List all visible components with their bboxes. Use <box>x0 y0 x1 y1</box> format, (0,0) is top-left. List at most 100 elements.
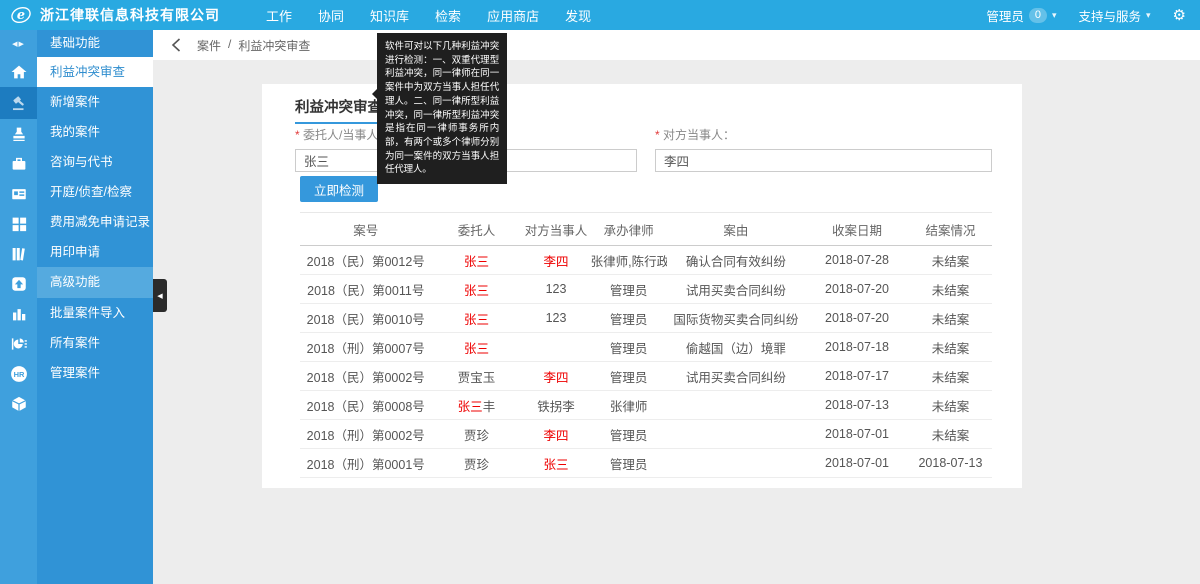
table-row[interactable]: 2018（刑）第0002号贾珍李四管理员2018-07-01未结案 <box>300 420 992 449</box>
support-label: 支持与服务 <box>1079 6 1142 25</box>
opponent-input[interactable] <box>655 149 992 172</box>
conflict-info-tooltip: 软件可对以下几种利益冲突进行检测：一、双重代理型利益冲突，同一律师在同一案件中为… <box>377 33 507 184</box>
table-cell: 偷越国（边）境罪 <box>667 333 805 362</box>
sidebar-item[interactable]: 管理案件 <box>37 358 153 388</box>
sidebar-item[interactable]: 我的案件 <box>37 117 153 147</box>
books-icon[interactable] <box>0 239 37 269</box>
table-cell: 管理员 <box>591 420 667 449</box>
topbar-menu-item[interactable]: 发现 <box>565 6 591 25</box>
svg-text:e: e <box>17 8 25 23</box>
table-cell <box>667 420 805 449</box>
support-menu[interactable]: 支持与服务 ▾ <box>1079 6 1151 25</box>
table-column-header: 结案情况 <box>909 213 992 246</box>
collapse-arrows-icon[interactable]: ◀▶ <box>0 30 37 57</box>
sidebar-section-header[interactable]: 高级功能 <box>37 267 153 298</box>
table-row[interactable]: 2018（民）第0010号张三123管理员国际货物买卖合同纠纷2018-07-2… <box>300 304 992 333</box>
topbar-menu-item[interactable]: 检索 <box>435 6 461 25</box>
table-cell: 试用买卖合同纠纷 <box>667 362 805 391</box>
page-title: 利益冲突审查 <box>295 96 382 117</box>
table-cell: 2018-07-17 <box>805 362 909 391</box>
notification-badge: 0 <box>1029 8 1047 23</box>
table-cell: 未结案 <box>909 391 992 420</box>
user-label: 管理员 <box>986 6 1024 25</box>
id-card-icon[interactable] <box>0 179 37 209</box>
opponent-field-label: 对方当事人： <box>655 126 992 143</box>
back-chevron-icon[interactable] <box>171 38 181 52</box>
sidebar-item-selected[interactable]: 利益冲突审查 <box>37 57 153 87</box>
grid-icon[interactable] <box>0 209 37 239</box>
topbar-right: 管理员 0 ▾ 支持与服务 ▾ ⚙ <box>986 6 1186 25</box>
table-row[interactable]: 2018（民）第0008号张三丰铁拐李张律师2018-07-13未结案 <box>300 391 992 420</box>
chevron-down-icon: ▾ <box>1146 10 1151 21</box>
topbar-menu-item[interactable]: 工作 <box>266 6 292 25</box>
table-cell: 2018（民）第0008号 <box>300 391 431 420</box>
table-cell: 2018-07-28 <box>805 246 909 275</box>
breadcrumb: 案件 / 利益冲突审查 <box>197 37 310 54</box>
table-cell: 2018（民）第0002号 <box>300 362 431 391</box>
table-cell: 2018-07-18 <box>805 333 909 362</box>
box-upload-icon[interactable] <box>0 269 37 299</box>
table-column-header: 收案日期 <box>805 213 909 246</box>
conflict-check-panel: 利益冲突审查 委托人/当事人： 对方当事人： 立即检测 案号委托人对方当事人承办… <box>262 84 1022 488</box>
table-cell: 贾珍 <box>431 420 521 449</box>
tooltip-arrow-icon <box>372 89 377 99</box>
sidebar-section-header[interactable]: 基础功能 <box>37 30 153 57</box>
table-cell: 123 <box>521 275 590 304</box>
hr-badge-icon[interactable]: HR <box>0 359 37 389</box>
breadcrumb-bar: 案件 / 利益冲突审查 <box>153 30 1200 60</box>
table-row[interactable]: 2018（民）第0011号张三123管理员试用买卖合同纠纷2018-07-20未… <box>300 275 992 304</box>
table-row[interactable]: 2018（民）第0012号张三李四张律师,陈行政确认合同有效纠纷2018-07-… <box>300 246 992 275</box>
table-row[interactable]: 2018（刑）第0007号张三管理员偷越国（边）境罪2018-07-18未结案 <box>300 333 992 362</box>
table-row[interactable]: 2018（民）第0002号贾宝玉李四管理员试用买卖合同纠纷2018-07-17未… <box>300 362 992 391</box>
table-cell: 2018（民）第0012号 <box>300 246 431 275</box>
breadcrumb-separator: / <box>228 37 231 54</box>
table-cell: 张三 <box>431 333 521 362</box>
topbar: e 浙江律联信息科技有限公司 工作协同知识库检索应用商店发现 管理员 0 ▾ 支… <box>0 0 1200 30</box>
home-icon[interactable] <box>0 57 37 87</box>
check-now-button[interactable]: 立即检测 <box>300 176 378 202</box>
table-cell: 管理员 <box>591 304 667 333</box>
sidebar-item[interactable]: 用印申请 <box>37 237 153 267</box>
sidebar-item[interactable]: 咨询与代书 <box>37 147 153 177</box>
opponent-field-group: 对方当事人： <box>655 126 992 172</box>
table-row[interactable]: 2018（刑）第0001号贾珍张三管理员2018-07-012018-07-13 <box>300 449 992 478</box>
table-column-header: 案由 <box>667 213 805 246</box>
pie-report-icon[interactable] <box>0 329 37 359</box>
sidebar-item[interactable]: 所有案件 <box>37 328 153 358</box>
table-cell: 未结案 <box>909 275 992 304</box>
sidebar-item[interactable]: 开庭/侦查/检察 <box>37 177 153 207</box>
sidebar-item[interactable]: 费用减免申请记录 <box>37 207 153 237</box>
company-logo-icon: e <box>10 4 32 26</box>
briefcase-icon[interactable] <box>0 149 37 179</box>
user-menu[interactable]: 管理员 0 ▾ <box>986 6 1056 25</box>
table-cell: 管理员 <box>591 275 667 304</box>
chevron-down-icon: ▾ <box>1052 10 1057 21</box>
table-cell: 2018（刑）第0001号 <box>300 449 431 478</box>
topbar-menu-item[interactable]: 应用商店 <box>487 6 539 25</box>
table-cell: 张三 <box>521 449 590 478</box>
table-cell: 管理员 <box>591 333 667 362</box>
table-cell: 2018（刑）第0002号 <box>300 420 431 449</box>
topbar-menu-item[interactable]: 协同 <box>318 6 344 25</box>
table-cell: 2018-07-13 <box>805 391 909 420</box>
table-cell: 国际货物买卖合同纠纷 <box>667 304 805 333</box>
table-column-header: 对方当事人 <box>521 213 590 246</box>
stamp-icon[interactable] <box>0 119 37 149</box>
table-cell: 未结案 <box>909 362 992 391</box>
table-cell: 李四 <box>521 246 590 275</box>
cube-icon[interactable] <box>0 389 37 419</box>
table-cell: 管理员 <box>591 449 667 478</box>
table-cell: 张律师,陈行政 <box>591 246 667 275</box>
sidebar-collapse-tab[interactable]: ◀ <box>153 279 167 312</box>
gavel-icon[interactable] <box>0 87 37 119</box>
topbar-menu-item[interactable]: 知识库 <box>370 6 409 25</box>
breadcrumb-parent[interactable]: 案件 <box>197 37 221 54</box>
table-cell: 李四 <box>521 362 590 391</box>
table-cell: 2018-07-01 <box>805 420 909 449</box>
table-header-row: 案号委托人对方当事人承办律师案由收案日期结案情况 <box>300 213 992 246</box>
bar-chart-icon[interactable] <box>0 299 37 329</box>
sidebar-item[interactable]: 新增案件 <box>37 87 153 117</box>
gear-icon[interactable]: ⚙ <box>1173 8 1186 23</box>
table-cell: 未结案 <box>909 420 992 449</box>
sidebar-item[interactable]: 批量案件导入 <box>37 298 153 328</box>
